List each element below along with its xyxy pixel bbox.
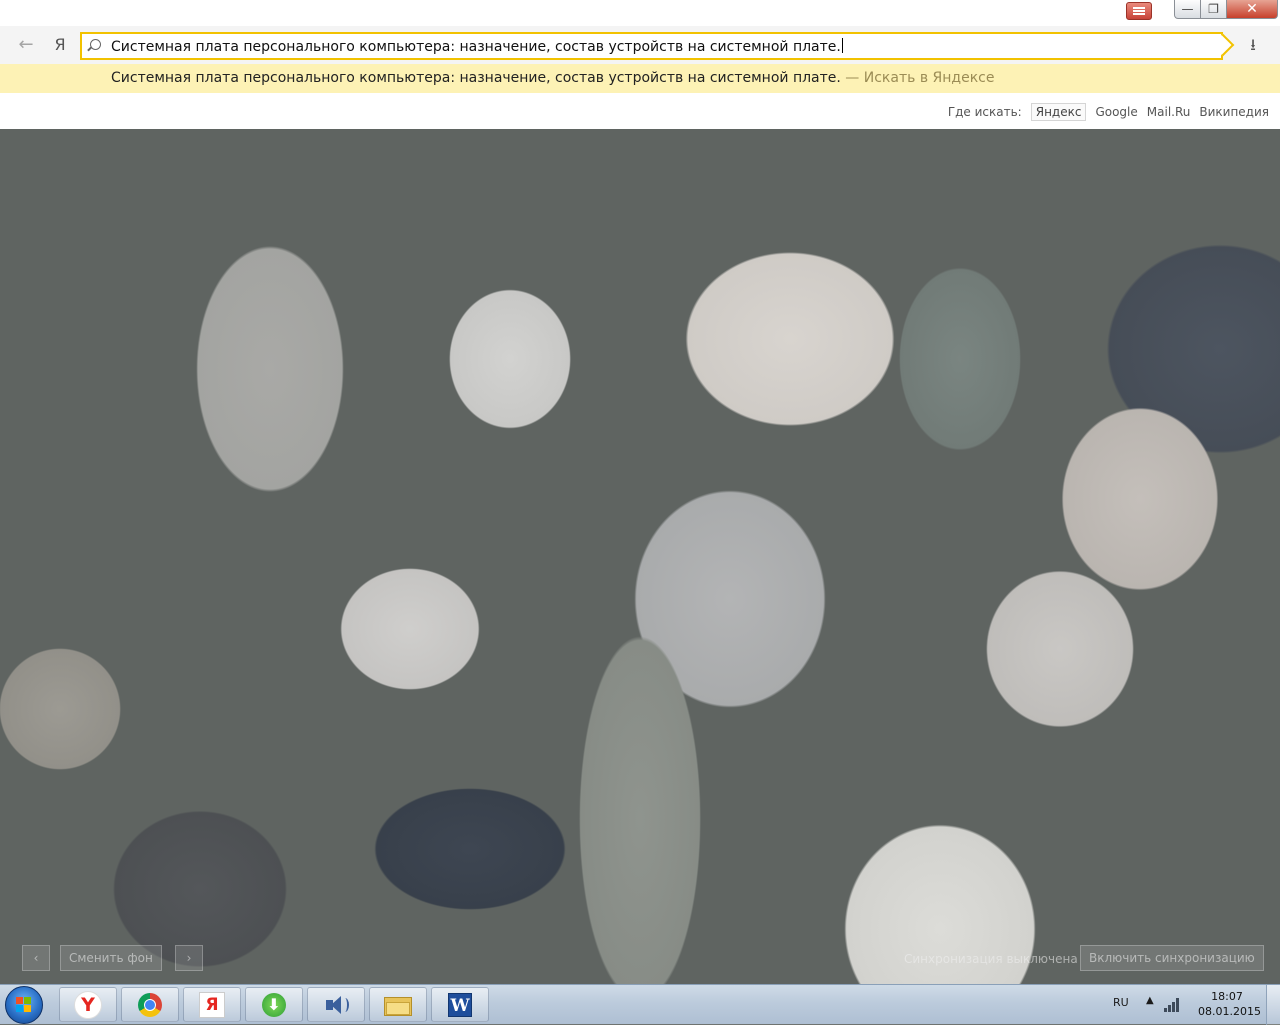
wallpaper-prev-button[interactable]: ‹ [22,945,50,971]
word-icon: W [448,992,472,1017]
enable-sync-button[interactable]: Включить синхронизацию [1080,945,1264,971]
sync-status: Синхронизация выключена [904,952,1078,966]
maximize-button[interactable]: ❐ [1201,0,1227,19]
speaker-icon [323,994,349,1016]
change-background-button[interactable]: Сменить фон [60,945,162,971]
taskbar-yandex-browser[interactable]: Y [59,987,117,1022]
download-manager-icon: ⬇ [262,992,286,1017]
network-signal-icon[interactable] [1164,996,1182,1012]
search-input[interactable]: Системная плата персонального компьютера… [80,32,1223,60]
close-button[interactable]: ✕ [1227,0,1278,19]
clock-date: 08.01.2015 [1198,1005,1261,1018]
yandex-icon: Я [199,991,225,1018]
taskbar-download-manager[interactable]: ⬇ [245,987,303,1022]
taskbar-chrome[interactable] [121,987,179,1022]
new-tab-wallpaper [0,129,1280,984]
suggestion-text: Системная плата персонального компьютера… [111,70,841,86]
show-desktop-button[interactable] [1266,985,1280,1025]
suggestion-row[interactable]: Системная плата персонального компьютера… [111,70,994,86]
search-engine-mailru[interactable]: Mail.Ru [1147,105,1191,119]
chrome-icon [138,992,162,1017]
wallpaper-next-button[interactable]: › [175,945,203,971]
windows-logo-icon [16,997,32,1013]
menu-icon [1133,7,1145,15]
title-bar: — ❐ ✕ [0,0,1280,26]
search-engine-picker: Где искать: Яндекс Google Mail.Ru Википе… [948,103,1269,121]
yandex-browser-icon: Y [74,990,102,1019]
search-suggestion[interactable]: Системная плата персонального компьютера… [0,64,1280,93]
omnibox-query-text: Системная плата персонального компьютера… [111,39,841,55]
windows-taskbar: Y Я ⬇ W RU ▲ 18:07 08.01.2015 [0,984,1280,1025]
yandex-logo[interactable]: Я [52,35,68,55]
search-engine-wikipedia[interactable]: Википедия [1199,105,1269,119]
back-arrow-icon[interactable]: ← [16,35,36,55]
language-indicator[interactable]: RU [1113,996,1129,1009]
search-engine-google[interactable]: Google [1095,105,1137,119]
taskbar-word[interactable]: W [431,987,489,1022]
system-clock[interactable]: 18:07 08.01.2015 [1198,989,1261,1019]
search-engine-bar: Где искать: Яндекс Google Mail.Ru Википе… [0,93,1280,129]
folder-icon [384,994,412,1016]
clock-time: 18:07 [1211,990,1243,1003]
omnibox-query: Системная плата персонального компьютера… [111,38,843,55]
window-controls: — ❐ ✕ [1174,0,1278,19]
wallpaper-footer: ‹ Сменить фон › Синхронизация выключена … [0,944,1280,974]
taskbar-volume[interactable] [307,987,365,1022]
browser-menu-button[interactable] [1126,2,1152,20]
minimize-button[interactable]: — [1174,0,1201,19]
start-button[interactable] [5,986,43,1024]
download-icon[interactable]: ⭳ [1244,36,1262,54]
taskbar-yandex[interactable]: Я [183,987,241,1022]
text-caret [841,38,843,53]
search-engine-yandex[interactable]: Яндекс [1030,103,1087,121]
search-icon [90,39,101,50]
search-engine-label: Где искать: [947,105,1022,119]
taskbar-explorer[interactable] [369,987,427,1022]
suggestion-action: — Искать в Яндексе [840,70,995,86]
show-hidden-icons-icon[interactable]: ▲ [1146,995,1154,1006]
navigation-bar: ← Я Системная плата персонального компью… [0,26,1280,64]
